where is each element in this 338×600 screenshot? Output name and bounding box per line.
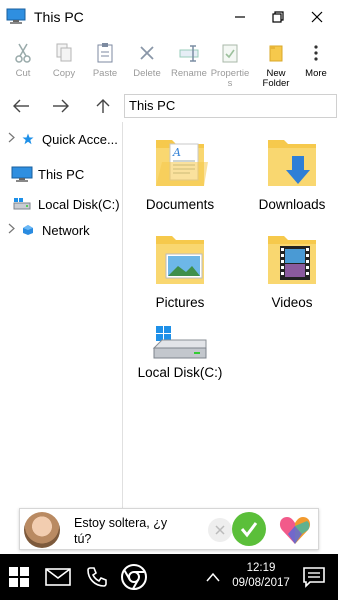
mail-icon[interactable] (44, 562, 72, 592)
computer-icon (10, 166, 34, 182)
phone-icon[interactable] (84, 562, 110, 592)
sidebar-item-label: This PC (38, 166, 85, 182)
dismiss-button[interactable] (208, 518, 232, 542)
accept-button[interactable] (232, 512, 266, 546)
ribbon-toolbar: Cut Copy Paste Delete Rename Propertie s (0, 36, 338, 90)
scissors-icon (12, 40, 34, 66)
drive-icon (150, 322, 210, 362)
taskbar: 12:19 09/08/2017 (0, 554, 338, 600)
chevron-right-icon[interactable] (8, 223, 18, 237)
item-label: Documents (145, 197, 215, 212)
forward-arrow-icon[interactable] (50, 95, 72, 117)
new-folder-icon (265, 40, 287, 66)
drive-icon (10, 196, 34, 212)
properties-button[interactable]: Propertie s (210, 36, 250, 90)
videos-folder-icon (262, 230, 322, 290)
rename-button[interactable]: Rename (169, 36, 209, 90)
properties-label: Propertie s (210, 68, 250, 89)
copy-label: Copy (52, 68, 76, 79)
sidebar-item-local-disk[interactable]: Local Disk(C:) (0, 192, 123, 216)
pictures-folder-icon (150, 230, 210, 290)
clock-time: 12:19 (246, 562, 276, 574)
copy-icon (53, 40, 75, 66)
minimize-button[interactable] (228, 6, 252, 28)
window-title: This PC (34, 9, 84, 25)
navigation-pane: Quick Acce... This PC Local Disk(C:) Net… (0, 122, 123, 508)
rename-icon (178, 40, 200, 66)
restore-button[interactable] (266, 6, 290, 28)
pictures-item[interactable]: Pictures (128, 230, 232, 320)
up-arrow-icon[interactable] (92, 95, 114, 117)
content-pane: A Documents Downloads Pictures Videos Lo… (124, 122, 338, 508)
windows-start-icon[interactable] (6, 562, 32, 592)
sidebar-item-quick-access[interactable]: Quick Acce... (0, 127, 123, 151)
new-folder-button[interactable]: New Folder (256, 36, 296, 90)
documents-folder-icon: A (150, 132, 210, 192)
chevron-right-icon[interactable] (8, 132, 18, 146)
sidebar-item-network[interactable]: Network (0, 218, 123, 242)
local-disk-item[interactable]: Local Disk(C:) (128, 322, 232, 392)
item-label: Pictures (155, 295, 205, 310)
more-label: More (305, 68, 327, 79)
item-label: Videos (271, 295, 313, 310)
avatar (24, 512, 60, 548)
heart-icon[interactable] (278, 514, 312, 546)
new-folder-label: New Folder (262, 68, 290, 89)
more-icon (305, 40, 327, 66)
paste-icon (94, 40, 116, 66)
clock[interactable]: 12:19 09/08/2017 (226, 561, 296, 591)
paste-label: Paste (92, 68, 118, 79)
more-button[interactable]: More (296, 36, 336, 90)
downloads-folder-icon (262, 132, 322, 192)
computer-icon (6, 8, 26, 25)
item-label: Local Disk(C:) (137, 365, 223, 380)
chrome-icon[interactable] (118, 562, 150, 592)
item-label: Downloads (258, 197, 326, 212)
close-button[interactable] (305, 6, 329, 28)
sidebar-item-label: Local Disk(C:) (38, 196, 120, 212)
documents-item[interactable]: A Documents (128, 132, 232, 222)
properties-icon (219, 40, 241, 66)
delete-x-icon (136, 40, 158, 66)
action-center-icon[interactable] (300, 562, 328, 592)
notification-message: Estoy soltera, ¿y tú? (74, 516, 168, 546)
rename-label: Rename (171, 68, 207, 79)
navigation-bar: This PC (0, 92, 338, 120)
delete-button[interactable]: Delete (127, 36, 167, 90)
sidebar-item-this-pc[interactable]: This PC (0, 162, 123, 186)
videos-item[interactable]: Videos (240, 230, 338, 320)
back-arrow-icon[interactable] (10, 95, 32, 117)
cut-button[interactable]: Cut (3, 36, 43, 90)
address-bar[interactable]: This PC (124, 94, 337, 118)
copy-button[interactable]: Copy (44, 36, 84, 90)
delete-label: Delete (133, 68, 161, 79)
sidebar-item-label: Quick Acce... (42, 131, 118, 147)
chevron-up-icon[interactable] (204, 562, 222, 592)
cut-label: Cut (15, 68, 31, 79)
svg-text:A: A (172, 146, 181, 159)
star-icon (18, 131, 38, 147)
downloads-item[interactable]: Downloads (240, 132, 338, 222)
network-icon (18, 222, 38, 238)
title-bar: This PC (0, 0, 338, 34)
notification-banner[interactable]: Estoy soltera, ¿y tú? (19, 508, 319, 550)
sidebar-item-label: Network (42, 222, 90, 238)
clock-date: 09/08/2017 (232, 577, 290, 589)
paste-button[interactable]: Paste (85, 36, 125, 90)
